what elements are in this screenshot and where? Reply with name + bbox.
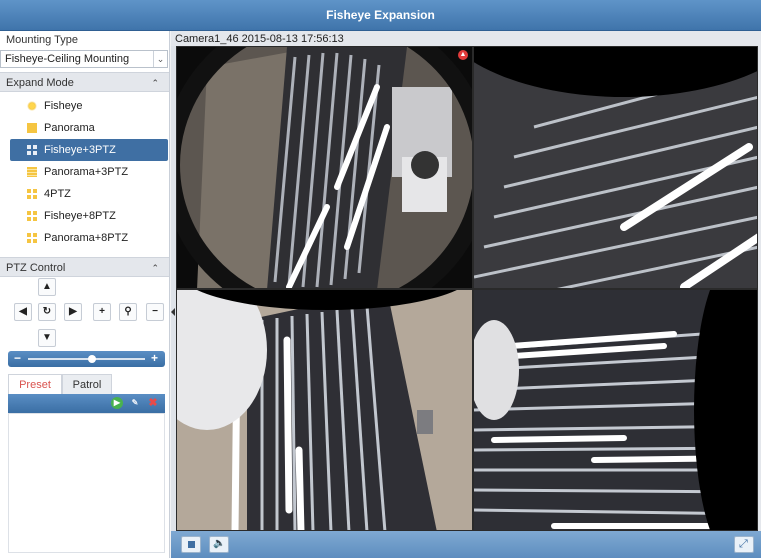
ptz-view-2[interactable] xyxy=(176,289,473,531)
panorama-icon xyxy=(27,123,37,133)
delete-preset-icon[interactable]: ✖ xyxy=(147,397,159,409)
video-toolbar: 🔈 ⤢ xyxy=(171,531,761,558)
ptz-view-3[interactable] xyxy=(473,289,758,531)
ptz-down-button[interactable]: ▼ xyxy=(38,329,56,347)
mode-fisheye-8ptz[interactable]: Fisheye+8PTZ xyxy=(10,205,168,227)
window-title: Fisheye Expansion xyxy=(0,0,761,31)
collapse-icon[interactable]: ⌃ xyxy=(151,73,159,93)
stop-icon xyxy=(188,541,195,548)
mode-label: Fisheye+8PTZ xyxy=(44,210,116,222)
expand-mode-label: Expand Mode xyxy=(6,77,74,89)
zoom-in-button[interactable]: + xyxy=(93,303,111,321)
ptz-speed-slider[interactable]: − + xyxy=(8,351,165,367)
panorama-8ptz-icon xyxy=(27,233,37,243)
stop-button[interactable] xyxy=(181,536,201,553)
tab-preset[interactable]: Preset xyxy=(8,374,62,394)
mode-label: Fisheye+3PTZ xyxy=(44,144,116,156)
arrow-right-icon: ▶ xyxy=(69,306,77,317)
fisheye-image xyxy=(177,47,472,288)
mode-label: 4PTZ xyxy=(44,188,71,200)
mode-panorama-8ptz[interactable]: Panorama+8PTZ xyxy=(10,227,168,249)
edit-preset-icon[interactable]: ✎ xyxy=(129,397,141,409)
magnifier-icon: ⚲ xyxy=(124,306,132,317)
focus-button[interactable]: ⚲ xyxy=(119,303,137,321)
camera-label: Camera1_46 2015-08-13 17:56:13 xyxy=(175,33,344,45)
collapse-arrow-icon[interactable] xyxy=(171,308,175,316)
fullscreen-icon: ⤢ xyxy=(739,538,748,550)
mounting-type-label: Mounting Type xyxy=(6,34,78,46)
preset-toolbar: ▶ ✎ ✖ xyxy=(8,394,165,413)
plus-icon: + xyxy=(99,306,105,317)
expand-mode-list: Fisheye Panorama Fisheye+3PTZ Panorama+3… xyxy=(0,92,169,249)
slider-minus[interactable]: − xyxy=(14,351,21,366)
fisheye-expansion-window: Fisheye Expansion Mounting Type Fisheye-… xyxy=(0,0,761,558)
expand-mode-header[interactable]: Expand Mode ⌃ xyxy=(0,72,169,92)
fullscreen-button[interactable]: ⤢ xyxy=(734,536,754,553)
mode-label: Panorama xyxy=(44,122,95,134)
fisheye-8ptz-icon xyxy=(27,211,37,221)
slider-thumb[interactable] xyxy=(88,355,96,363)
video-area: Camera1_46 2015-08-13 17:56:13 ▲ 🔈 ⤢ xyxy=(171,31,761,558)
arrow-up-icon: ▲ xyxy=(42,281,52,292)
minus-icon: − xyxy=(152,306,158,317)
mounting-type-select[interactable]: Fisheye-Ceiling Mounting ⌄ xyxy=(0,50,168,68)
ptz-auto-button[interactable]: ↻ xyxy=(38,303,56,321)
ptz-2-image xyxy=(177,290,472,530)
mode-label: Fisheye xyxy=(44,100,83,112)
mode-fisheye[interactable]: Fisheye xyxy=(10,95,168,117)
mode-4ptz[interactable]: 4PTZ xyxy=(10,183,168,205)
video-grid: ▲ xyxy=(176,46,758,531)
mode-fisheye-3ptz[interactable]: Fisheye+3PTZ xyxy=(10,139,168,161)
mode-label: Panorama+3PTZ xyxy=(44,166,129,178)
chevron-down-icon[interactable]: ⌄ xyxy=(153,51,167,67)
ptz-control-label: PTZ Control xyxy=(6,262,66,274)
ptz-1-image xyxy=(474,47,757,288)
ptz-up-button[interactable]: ▲ xyxy=(38,278,56,296)
ptz-left-button[interactable]: ◀ xyxy=(14,303,32,321)
left-panel: Mounting Type Fisheye-Ceiling Mounting ⌄… xyxy=(0,31,170,558)
speaker-icon: 🔈 xyxy=(213,538,226,549)
panorama-3ptz-icon xyxy=(27,167,37,177)
ptz-3-image xyxy=(474,290,757,530)
slider-track xyxy=(28,358,145,360)
4ptz-icon xyxy=(27,189,37,199)
collapse-icon[interactable]: ⌃ xyxy=(151,258,159,278)
rotate-icon: ↻ xyxy=(42,306,52,317)
alarm-icon: ▲ xyxy=(458,50,468,60)
audio-button[interactable]: 🔈 xyxy=(209,536,229,553)
call-preset-icon[interactable]: ▶ xyxy=(111,397,123,409)
mode-panorama-3ptz[interactable]: Panorama+3PTZ xyxy=(10,161,168,183)
ptz-right-button[interactable]: ▶ xyxy=(64,303,82,321)
arrow-down-icon: ▼ xyxy=(42,332,52,343)
slider-plus[interactable]: + xyxy=(151,351,158,366)
preset-list xyxy=(8,413,165,553)
mode-panorama[interactable]: Panorama xyxy=(10,117,168,139)
mounting-type-value: Fisheye-Ceiling Mounting xyxy=(5,53,130,65)
preset-patrol-tabs: Preset Patrol xyxy=(8,374,165,394)
fisheye-view[interactable]: ▲ xyxy=(176,46,473,289)
arrow-left-icon: ◀ xyxy=(19,306,27,317)
fisheye-3ptz-icon xyxy=(27,145,37,155)
zoom-out-button[interactable]: − xyxy=(146,303,164,321)
ptz-control-header[interactable]: PTZ Control ⌃ xyxy=(0,257,169,277)
mode-label: Panorama+8PTZ xyxy=(44,232,129,244)
fisheye-icon xyxy=(27,101,37,111)
ptz-view-1[interactable] xyxy=(473,46,758,289)
tab-patrol[interactable]: Patrol xyxy=(62,374,112,394)
